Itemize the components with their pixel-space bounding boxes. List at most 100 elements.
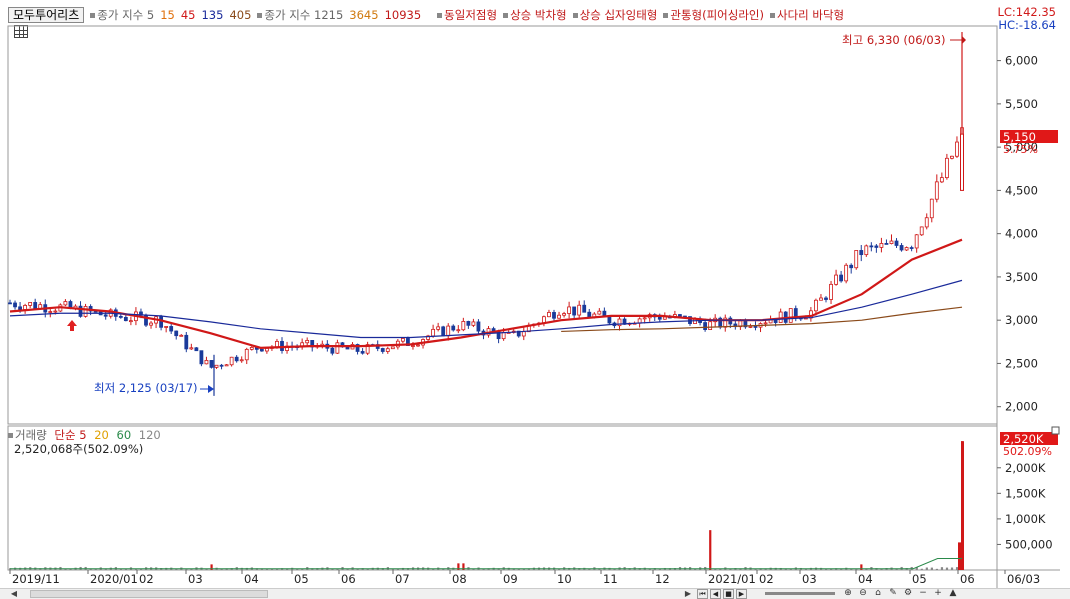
candle-body — [330, 347, 335, 354]
price-panel-border — [7, 25, 998, 425]
candle-body — [919, 226, 924, 236]
volume-bar — [940, 567, 944, 570]
candle-body — [939, 177, 944, 183]
candle-body — [642, 317, 647, 320]
volume-panel-close-icon[interactable] — [1051, 426, 1060, 435]
volume-bars — [9, 441, 964, 570]
x-tick-label: 06/03 — [1007, 572, 1040, 586]
x-tick-label: 04 — [858, 572, 873, 586]
candle-body — [557, 314, 561, 319]
candle-body — [950, 155, 954, 159]
candle-body — [118, 315, 123, 318]
candle-body — [476, 321, 481, 332]
volume-legend-marker-icon — [8, 433, 13, 438]
next-page-icon[interactable]: ▶ — [736, 588, 747, 599]
x-tick-label: 04 — [244, 572, 259, 586]
scroll-thumb[interactable] — [30, 590, 268, 598]
chart-toolbar: ⊕ ⊖ ⌂ ✎ ⚙ − + ▲ — [842, 588, 959, 598]
up-icon[interactable]: ▲ — [947, 588, 959, 598]
candle-body — [814, 299, 818, 312]
candle-body — [224, 364, 229, 367]
candle-body — [567, 306, 572, 314]
settings-icon[interactable]: ⚙ — [902, 588, 914, 598]
candle-body — [360, 351, 365, 354]
scroll-left-icon[interactable]: ◀ — [8, 589, 20, 599]
candle-body — [456, 329, 461, 332]
candle-body — [159, 316, 164, 328]
candle-body — [123, 317, 128, 322]
scroll-right-icon[interactable]: ▶ — [682, 589, 694, 599]
volume-bar-prev — [958, 542, 961, 570]
candle-body — [13, 302, 17, 308]
period-icon[interactable]: ⌂ — [872, 588, 884, 598]
zoom-out-icon[interactable]: ⊖ — [857, 588, 869, 598]
volume-ma-5[interactable]: 단순 5 — [54, 428, 86, 442]
candle-body — [244, 348, 249, 361]
price-axis: 6,0005,5005,0004,5004,0003,5003,0002,500… — [997, 54, 1038, 414]
volume-ma-60[interactable]: 60 — [117, 428, 132, 442]
plus-icon[interactable]: + — [932, 588, 944, 598]
x-tick-label: 12 — [655, 572, 670, 586]
candle-body — [894, 240, 899, 246]
price-tick-label: 4,000 — [1005, 227, 1038, 241]
candle-body — [501, 332, 506, 340]
candle-body — [597, 310, 602, 315]
candle-body — [436, 326, 441, 330]
candle-body — [753, 326, 758, 328]
candle-body — [788, 308, 793, 323]
volume-tick-label: 500,000 — [1005, 537, 1053, 551]
price-tick-label: 2,500 — [1005, 356, 1038, 370]
candle-body — [199, 350, 204, 365]
candle-body — [657, 316, 662, 320]
candle-body — [869, 245, 874, 248]
candle-body — [899, 245, 904, 251]
zoom-in-icon[interactable]: ⊕ — [842, 588, 854, 598]
volume-bar — [920, 568, 923, 570]
x-tick-label: 08 — [452, 572, 467, 586]
draw-icon[interactable]: ✎ — [887, 588, 899, 598]
candle-body — [184, 334, 189, 350]
candle-body — [552, 312, 556, 319]
first-page-icon[interactable]: ⏮ — [697, 588, 708, 599]
candle-body — [63, 301, 68, 306]
x-tick-label: 10 — [557, 572, 572, 586]
minus-icon[interactable]: − — [917, 588, 929, 598]
volume-bar — [935, 568, 939, 570]
current-volume-value: 2,520K — [1003, 432, 1044, 446]
candle-body — [748, 326, 753, 328]
volume-ma-120[interactable]: 120 — [139, 428, 161, 442]
price-tick-label: 6,000 — [1005, 54, 1038, 68]
candle-body — [234, 356, 239, 362]
stop-icon[interactable]: ■ — [723, 588, 734, 599]
x-axis: 2019/11 2020/01 02 03 04 05 06 07 08 09 10 11 12 2021… — [9, 570, 1040, 586]
candle-body — [461, 321, 466, 331]
candle-body — [909, 247, 914, 249]
zoom-slider[interactable] — [765, 592, 835, 595]
chart-canvas[interactable]: 6,0005,5005,0004,5004,0003,5003,0002,500… — [0, 0, 1070, 588]
candle-body — [411, 345, 415, 347]
high-annotation: 최고 6,330 (06/03) — [842, 33, 966, 47]
low-annotation: 최저 2,125 (03/17) — [94, 381, 214, 395]
candle-body — [169, 326, 174, 332]
candle-body — [259, 348, 264, 352]
candle-body — [204, 360, 209, 365]
candle-body — [924, 217, 929, 228]
ma-line-45 — [9, 238, 963, 349]
candle-body — [149, 322, 153, 326]
candlestick-series — [8, 32, 964, 396]
prev-page-icon[interactable]: ◀ — [710, 588, 721, 599]
candle-body — [239, 359, 244, 362]
candle-body — [864, 245, 869, 256]
volume-ma-20[interactable]: 20 — [94, 428, 109, 442]
candle-body — [824, 297, 828, 300]
candle-body — [879, 243, 884, 248]
candle-body — [678, 314, 682, 317]
candle-body — [33, 302, 38, 310]
candle-body — [577, 304, 582, 316]
volume-bar — [945, 567, 949, 570]
candle-body — [572, 306, 577, 316]
volume-panel-border — [7, 425, 998, 571]
volume-tick-label: 1,000K — [1005, 512, 1046, 526]
candle-body — [904, 247, 909, 251]
playback-controls: ⏮ ◀ ■ ▶ — [697, 588, 747, 599]
